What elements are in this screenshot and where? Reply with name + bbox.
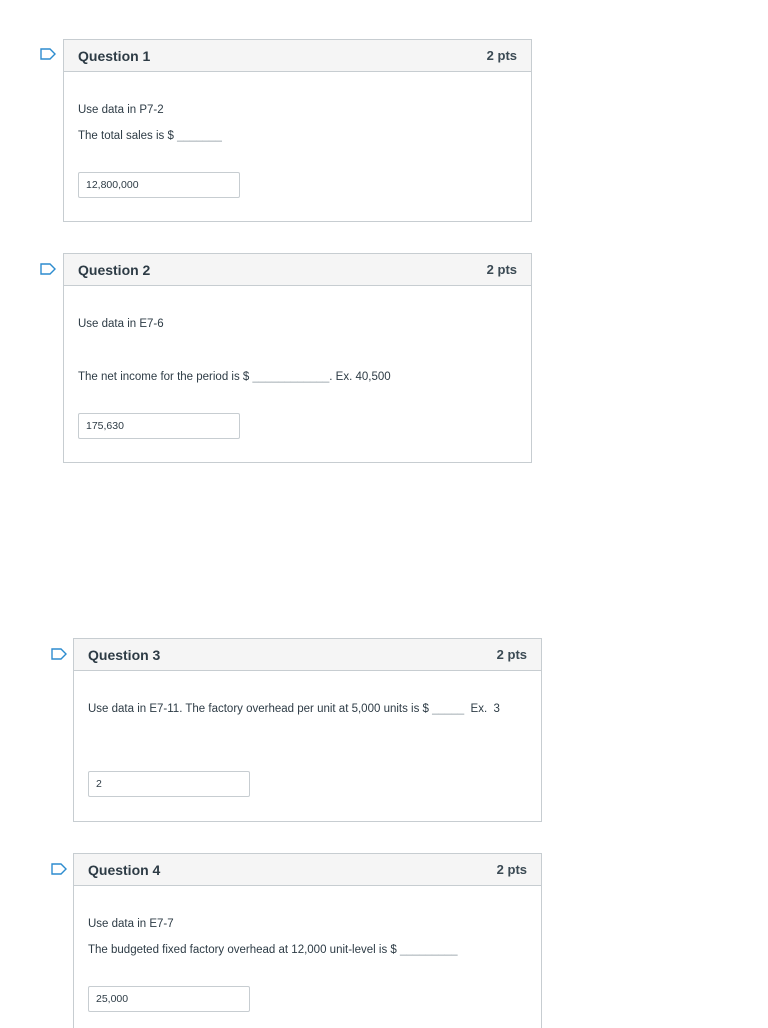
question-header: Question 4 2 pts bbox=[74, 854, 541, 886]
answer-input[interactable]: 175,630 bbox=[78, 413, 240, 439]
question-title: Question 1 bbox=[78, 47, 151, 64]
question-text: Use data in P7-2 bbox=[78, 104, 164, 116]
question-text: Use data in E7-6 bbox=[78, 318, 164, 330]
question-title: Question 2 bbox=[78, 261, 151, 278]
question-points: 2 pts bbox=[486, 48, 517, 63]
question-text: The total sales is $ _______ bbox=[78, 130, 222, 142]
answer-input[interactable]: 25,000 bbox=[88, 986, 250, 1012]
answer-blank: ____________ bbox=[252, 371, 330, 383]
question-text: Use data in E7-7 bbox=[88, 918, 174, 930]
question-title: Question 4 bbox=[88, 861, 161, 878]
question-text: The net income for the period is $ _____… bbox=[78, 371, 391, 383]
answer-blank: _______ bbox=[177, 130, 222, 142]
question-header: Question 1 2 pts bbox=[64, 40, 531, 72]
question-points: 2 pts bbox=[486, 262, 517, 277]
flag-question-icon[interactable] bbox=[40, 263, 56, 275]
question-1-card: Question 1 2 pts Use data in P7-2 The to… bbox=[63, 39, 532, 222]
question-2-card: Question 2 2 pts Use data in E7-6 The ne… bbox=[63, 253, 532, 463]
flag-question-icon[interactable] bbox=[40, 48, 56, 60]
question-title: Question 3 bbox=[88, 646, 161, 663]
question-4-card: Question 4 2 pts Use data in E7-7 The bu… bbox=[73, 853, 542, 1028]
answer-blank: _____ bbox=[432, 703, 465, 715]
flag-question-icon[interactable] bbox=[51, 648, 67, 660]
question-3-card: Question 3 2 pts Use data in E7-11. The … bbox=[73, 638, 542, 822]
question-points: 2 pts bbox=[496, 862, 527, 877]
answer-input[interactable]: 2 bbox=[88, 771, 250, 797]
question-header: Question 3 2 pts bbox=[74, 639, 541, 671]
question-text: The budgeted fixed factory overhead at 1… bbox=[88, 944, 458, 956]
flag-question-icon[interactable] bbox=[51, 863, 67, 875]
answer-input[interactable]: 12,800,000 bbox=[78, 172, 240, 198]
question-points: 2 pts bbox=[496, 647, 527, 662]
question-text: Use data in E7-11. The factory overhead … bbox=[88, 703, 500, 715]
answer-blank: _________ bbox=[399, 944, 458, 956]
question-header: Question 2 2 pts bbox=[64, 254, 531, 286]
